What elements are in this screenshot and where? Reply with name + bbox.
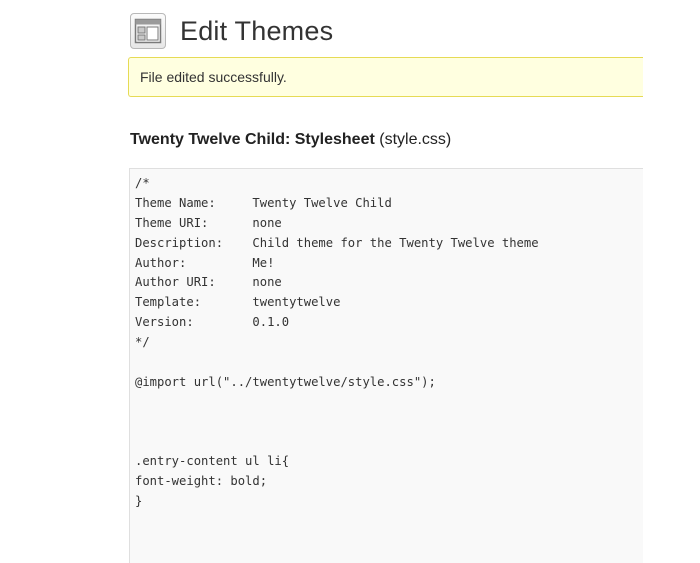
code-line[interactable]: /* <box>135 174 638 194</box>
success-notice: File edited successfully. <box>128 57 643 97</box>
code-line[interactable] <box>135 532 638 552</box>
code-line[interactable] <box>135 353 638 373</box>
appearance-layout-icon <box>130 13 166 49</box>
notice-message: File edited successfully. <box>140 69 287 85</box>
code-line[interactable]: Description: Child theme for the Twenty … <box>135 234 638 254</box>
code-line[interactable] <box>135 413 638 433</box>
code-line[interactable]: } <box>135 492 638 512</box>
edit-themes-page: Edit Themes File edited successfully. Tw… <box>0 0 700 563</box>
code-line[interactable] <box>135 552 638 563</box>
code-line[interactable]: .entry-content ul li{ <box>135 452 638 472</box>
code-line[interactable] <box>135 393 638 413</box>
code-line[interactable]: */ <box>135 333 638 353</box>
code-line[interactable]: Version: 0.1.0 <box>135 313 638 333</box>
page-title: Edit Themes <box>180 15 334 46</box>
code-line[interactable]: Theme Name: Twenty Twelve Child <box>135 194 638 214</box>
code-line[interactable]: Author URI: none <box>135 273 638 293</box>
page-header: Edit Themes <box>130 10 333 52</box>
code-line[interactable]: Author: Me! <box>135 254 638 274</box>
file-name: (style.css) <box>379 131 452 148</box>
code-line[interactable]: @import url("../twentytwelve/style.css")… <box>135 373 638 393</box>
code-line[interactable]: Theme URI: none <box>135 214 638 234</box>
code-editor-textarea[interactable]: /* Theme Name: Twenty Twelve Child Theme U… <box>129 168 643 563</box>
code-line[interactable] <box>135 433 638 453</box>
code-line[interactable]: Template: twentytwelve <box>135 293 638 313</box>
code-line[interactable]: font-weight: bold; <box>135 472 638 492</box>
file-heading: Twenty Twelve Child: Stylesheet (style.c… <box>130 131 451 149</box>
theme-file-label: Twenty Twelve Child: Stylesheet <box>130 131 375 148</box>
code-line[interactable] <box>135 512 638 532</box>
